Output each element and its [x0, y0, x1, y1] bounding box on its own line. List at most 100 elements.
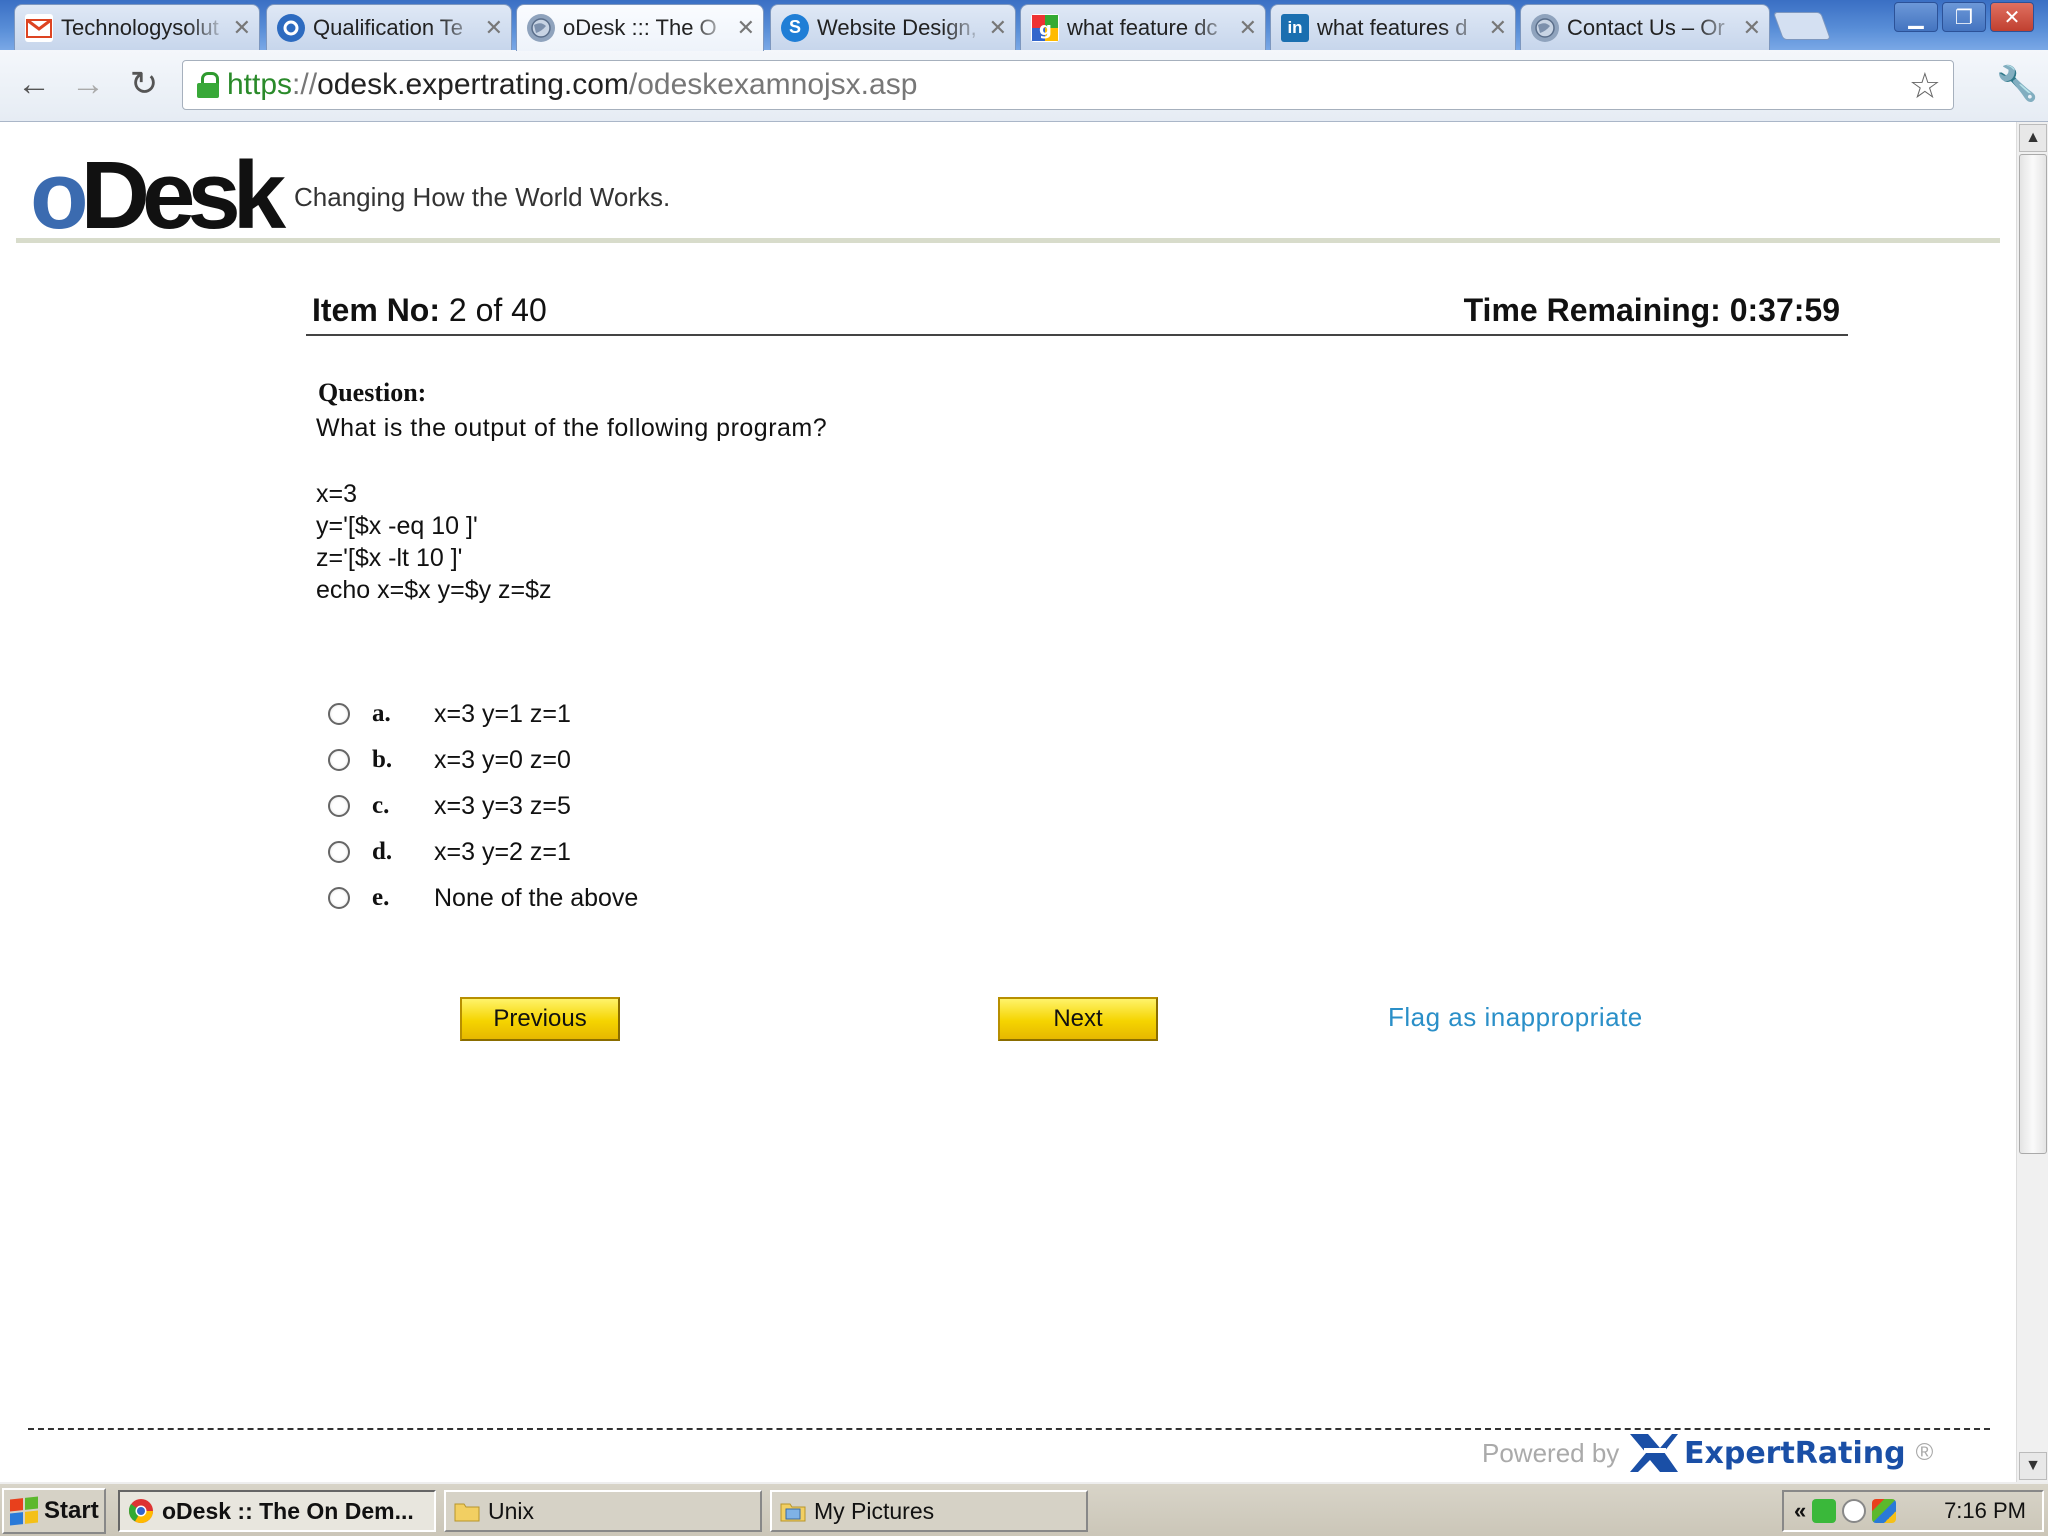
answer-option-b[interactable]: b. x=3 y=0 z=0 — [328, 742, 571, 778]
close-tab-icon[interactable]: ✕ — [737, 15, 755, 41]
windows-taskbar: Start oDesk :: The On Dem... Unix My Pic… — [0, 1482, 2048, 1536]
close-tab-icon[interactable]: ✕ — [485, 15, 503, 41]
flag-inappropriate-link[interactable]: Flag as inappropriate — [1388, 1002, 1643, 1033]
option-text: x=3 y=3 z=5 — [434, 791, 571, 820]
chrome-icon — [128, 1498, 154, 1524]
clock: 7:16 PM — [1944, 1498, 2026, 1523]
option-text: x=3 y=1 z=1 — [434, 699, 571, 728]
restore-icon[interactable]: ❐ — [1942, 2, 1986, 32]
gmail-icon — [25, 13, 53, 42]
odesk-logo: oDesk — [30, 148, 286, 244]
taskbar-item-label: My Pictures — [814, 1497, 935, 1524]
option-text: x=3 y=2 z=1 — [434, 837, 571, 866]
radio-button[interactable] — [328, 887, 350, 909]
globe-icon — [1531, 13, 1559, 42]
windows-logo-icon — [10, 1496, 38, 1526]
code-line: echo x=$x y=$y z=$z — [316, 576, 552, 604]
start-button[interactable]: Start — [2, 1488, 106, 1534]
window-controls: ▁ ❐ ✕ — [1894, 2, 2034, 32]
page-viewport: oDesk Changing How the World Works. Item… — [0, 122, 2016, 1482]
answer-option-d[interactable]: d. x=3 y=2 z=1 — [328, 834, 571, 870]
code-line: z='[$x -lt 10 ]' — [316, 544, 463, 572]
option-letter: d. — [372, 838, 393, 865]
taskbar-item-label: Unix — [488, 1497, 535, 1524]
code-block: x=3 y='[$x -eq 10 ]' z='[$x -lt 10 ]' ec… — [316, 478, 552, 606]
security-shield-icon[interactable] — [1812, 1499, 1837, 1523]
reload-icon[interactable]: ↻ — [124, 64, 164, 104]
wrench-icon[interactable]: 🔧 — [1996, 64, 2038, 104]
previous-button[interactable]: Previous — [460, 997, 620, 1041]
tab-title: Technologysolut — [61, 14, 219, 40]
expertrating-logo: ExpertRating ® — [1626, 1430, 1933, 1476]
expertrating-mark-icon — [1626, 1430, 1680, 1476]
bookmark-star-icon[interactable]: ☆ — [1909, 65, 1941, 107]
vertical-scrollbar[interactable]: ▲ ▼ — [2016, 122, 2048, 1482]
tab-gmail[interactable]: Technologysolut ✕ — [14, 4, 260, 50]
option-text: None of the above — [434, 883, 639, 912]
tab-google-search[interactable]: g what feature dc ✕ — [1020, 4, 1266, 50]
google-icon: g — [1031, 13, 1059, 42]
expertrating-text: ExpertRating — [1684, 1435, 1906, 1471]
windows-update-icon[interactable] — [1872, 1499, 1897, 1523]
next-button[interactable]: Next — [998, 997, 1158, 1041]
skype-icon: S — [781, 13, 809, 42]
tab-title: what features d — [1317, 14, 1468, 40]
radio-button[interactable] — [328, 795, 350, 817]
item-number: Item No: 2 of 40 — [312, 292, 547, 329]
browser-tab-strip: Technologysolut ✕ Qualification Te ✕ oDe… — [0, 0, 2048, 51]
close-tab-icon[interactable]: ✕ — [989, 15, 1007, 41]
radio-button[interactable] — [328, 703, 350, 725]
radio-button[interactable] — [328, 841, 350, 863]
taskbar-item-my-pictures[interactable]: My Pictures — [770, 1490, 1088, 1532]
taskbar-item-unix[interactable]: Unix — [444, 1490, 762, 1532]
scrollbar-thumb[interactable] — [2019, 154, 2047, 1154]
browser-toolbar: ← → ↻ https://odesk.expertrating.com/ode… — [0, 50, 2048, 122]
scroll-down-arrow-icon[interactable]: ▼ — [2019, 1452, 2047, 1480]
close-tab-icon[interactable]: ✕ — [233, 15, 251, 41]
minimize-icon[interactable]: ▁ — [1894, 2, 1938, 32]
linkedin-icon: in — [1281, 13, 1309, 42]
tab-title: oDesk ::: The O — [563, 15, 717, 40]
tab-website-design[interactable]: S Website Design, ✕ — [770, 4, 1016, 50]
item-number-value: 2 of 40 — [448, 292, 547, 328]
tab-odesk-active[interactable]: oDesk ::: The O ✕ — [516, 4, 764, 51]
close-window-icon[interactable]: ✕ — [1990, 2, 2034, 32]
registered-mark: ® — [1915, 1439, 1934, 1466]
lock-icon — [197, 72, 219, 98]
question-label: Question: — [318, 378, 427, 407]
pictures-folder-icon — [780, 1498, 806, 1524]
address-bar[interactable]: https://odesk.expertrating.com/odeskexam… — [182, 60, 1954, 110]
item-header-row: Item No: 2 of 40 Time Remaining: 0:37:59 — [306, 292, 1848, 336]
tray-expand-chevron[interactable]: « — [1794, 1498, 1806, 1524]
option-letter: a. — [372, 700, 391, 727]
back-arrow-icon[interactable]: ← — [14, 64, 54, 104]
option-letter: e. — [372, 884, 390, 911]
taskbar-item-odesk[interactable]: oDesk :: The On Dem... — [118, 1490, 436, 1532]
close-tab-icon[interactable]: ✕ — [1489, 15, 1507, 41]
new-tab-button[interactable] — [1772, 12, 1832, 40]
taskbar-item-label: oDesk :: The On Dem... — [162, 1497, 414, 1524]
radio-button[interactable] — [328, 749, 350, 771]
svg-text:g: g — [1039, 19, 1052, 40]
answer-option-a[interactable]: a. x=3 y=1 z=1 — [328, 696, 571, 732]
url-host: odesk.expertrating.com — [317, 68, 629, 101]
tab-title: what feature dc — [1067, 14, 1218, 40]
chat-bubble-icon[interactable] — [1842, 1499, 1867, 1523]
folder-icon — [454, 1498, 480, 1524]
answer-option-e[interactable]: e. None of the above — [328, 880, 638, 916]
globe-icon — [527, 14, 555, 42]
scroll-up-arrow-icon[interactable]: ▲ — [2019, 124, 2047, 152]
tab-contact-us[interactable]: Contact Us – Or ✕ — [1520, 4, 1770, 50]
item-number-label: Item No: — [312, 292, 440, 328]
answer-option-c[interactable]: c. x=3 y=3 z=5 — [328, 788, 571, 824]
url-scheme: https — [227, 68, 293, 101]
tab-qualification[interactable]: Qualification Te ✕ — [266, 4, 512, 50]
tab-linkedin[interactable]: in what features d ✕ — [1270, 4, 1516, 50]
close-tab-icon[interactable]: ✕ — [1239, 15, 1257, 41]
forward-arrow-icon[interactable]: → — [68, 64, 108, 104]
close-tab-icon[interactable]: ✕ — [1743, 15, 1761, 41]
tagline: Changing How the World Works. — [294, 182, 671, 212]
powered-by-text: Powered by — [1482, 1438, 1620, 1468]
option-letter: b. — [372, 746, 393, 773]
logo-desk: Desk — [80, 142, 286, 249]
